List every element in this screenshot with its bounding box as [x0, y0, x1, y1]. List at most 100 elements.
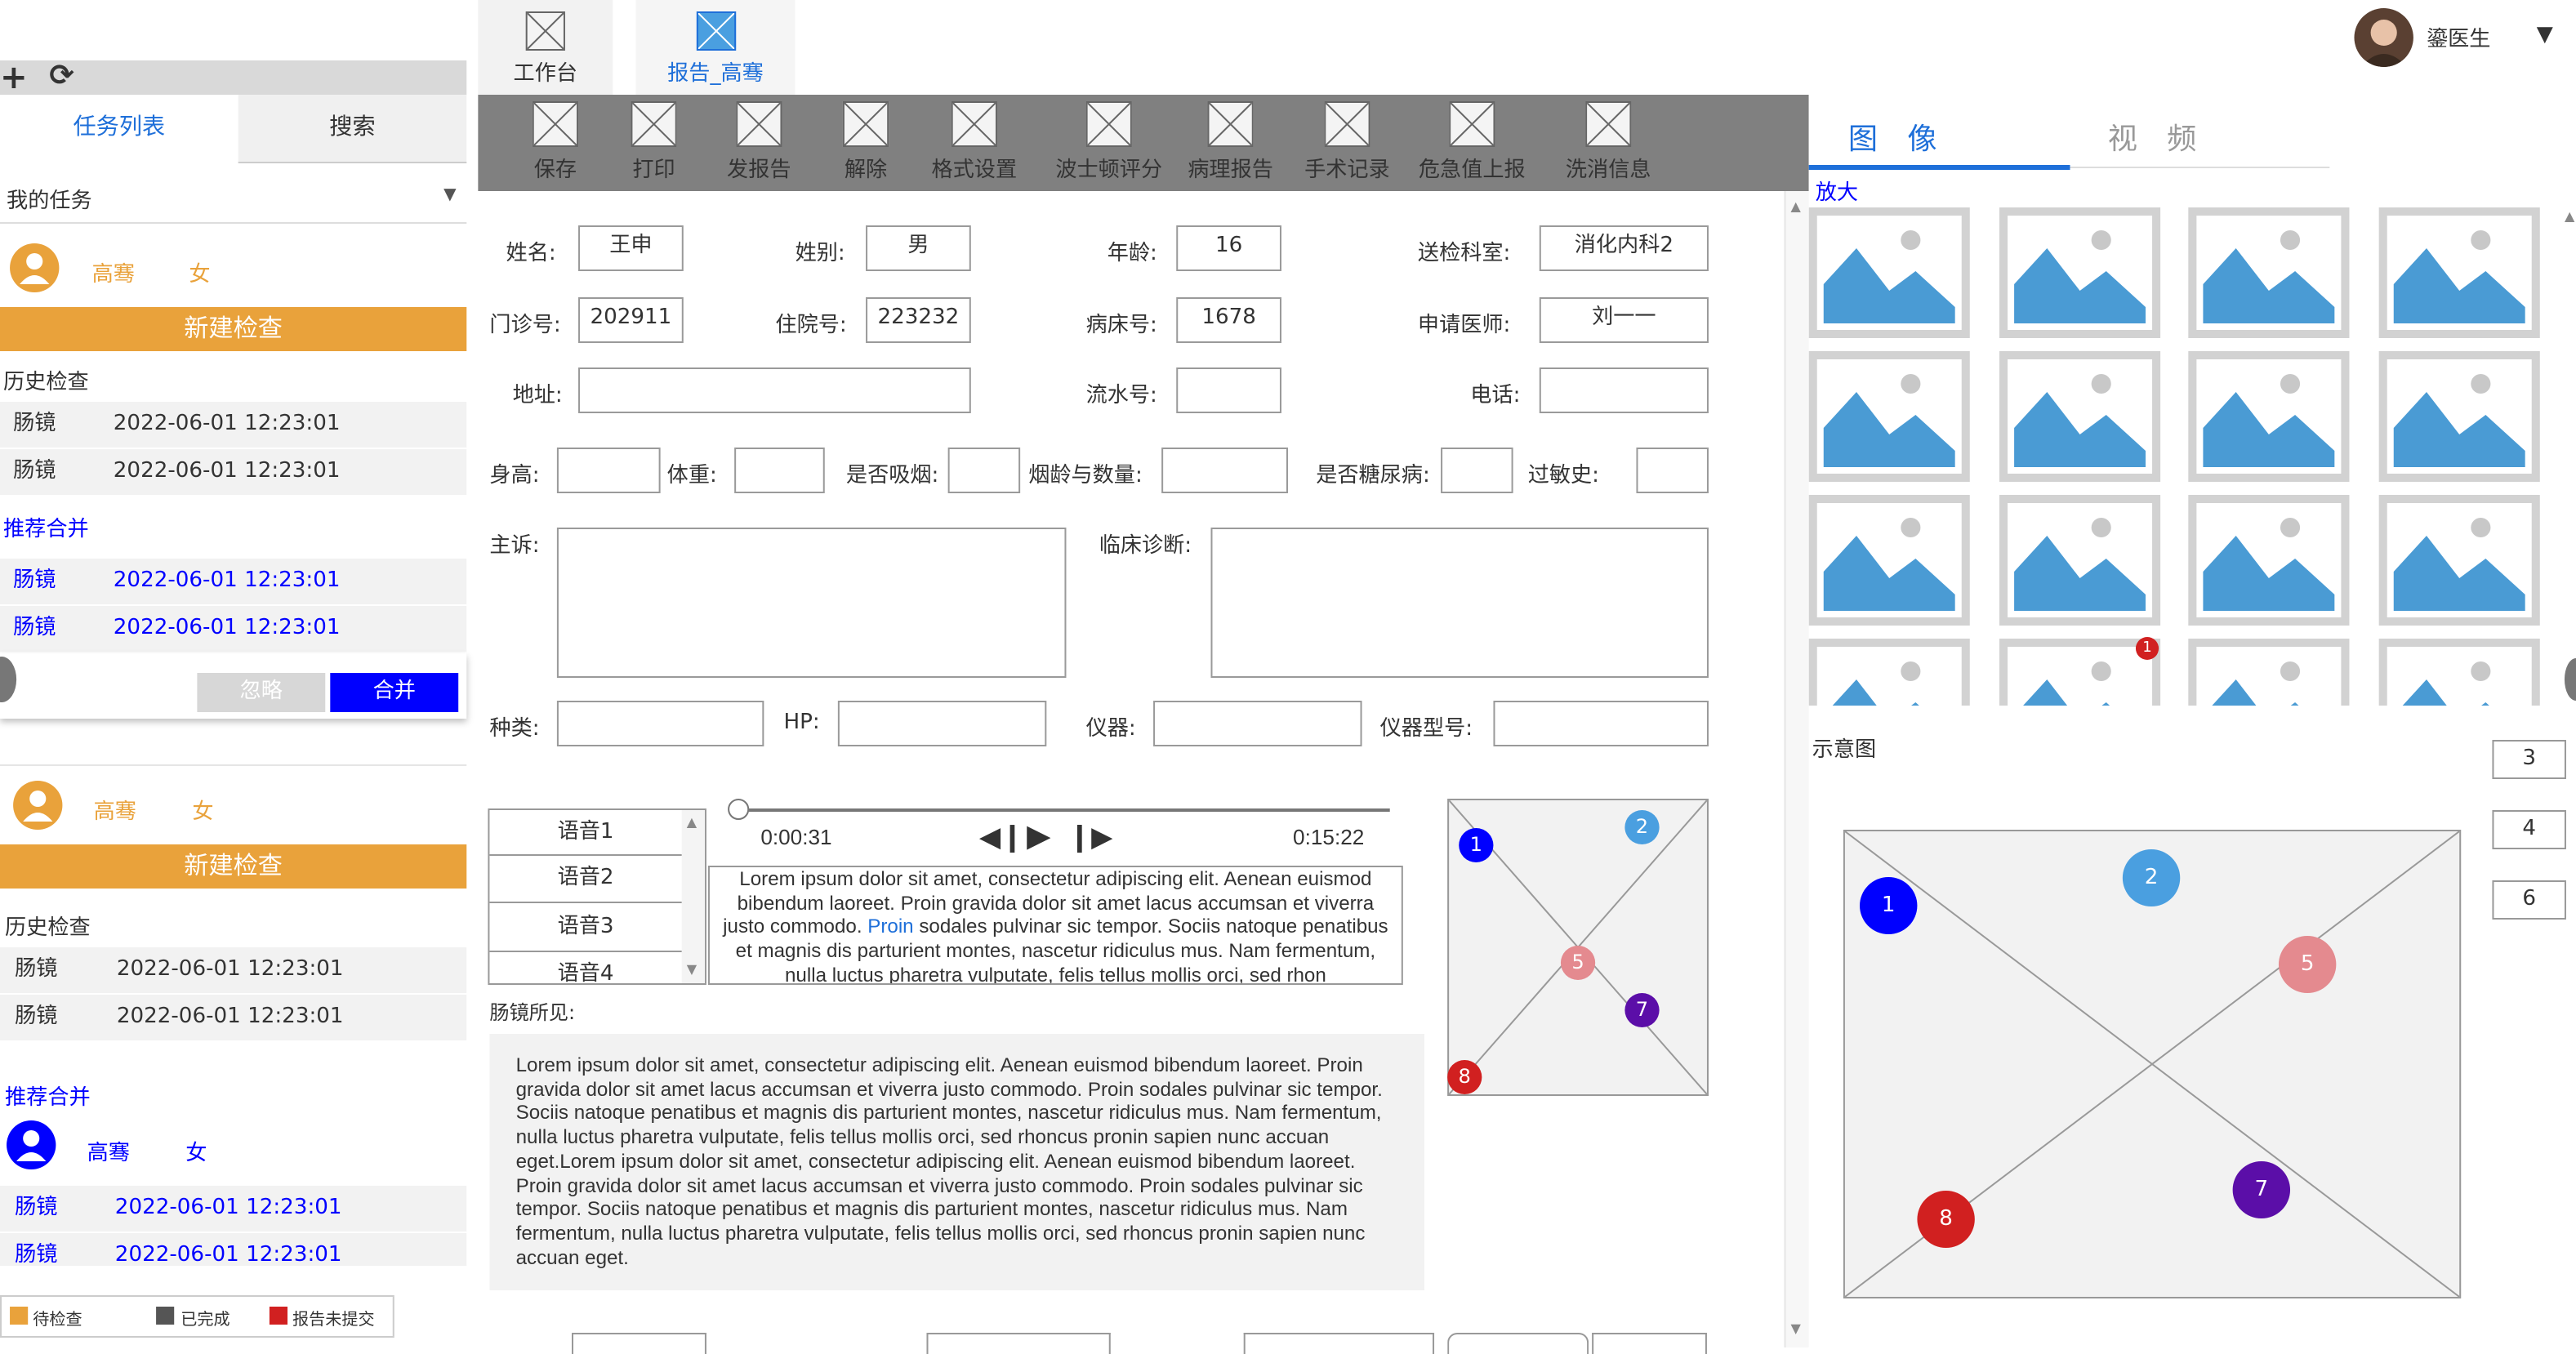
scroll-down-icon[interactable]: ▼: [687, 962, 697, 977]
marker-8[interactable]: 8: [1447, 1060, 1482, 1094]
toolbar-button[interactable]: 打印: [596, 101, 711, 183]
tab-search[interactable]: 搜索: [238, 95, 467, 163]
inpatient-field[interactable]: 223232: [866, 297, 971, 343]
toolbar-button[interactable]: 洗消信息: [1551, 101, 1666, 183]
list-item[interactable]: 肠镜 2022-06-01 12:23:01: [0, 1186, 467, 1232]
image-thumbnail[interactable]: [2188, 495, 2350, 626]
toolbar-button[interactable]: 保存: [497, 101, 613, 183]
ignore-button[interactable]: 忽略: [197, 673, 326, 712]
list-item[interactable]: 肠镜 2022-06-01 12:23:01: [0, 402, 467, 448]
serial-field[interactable]: [1176, 367, 1281, 413]
toolbar-button[interactable]: 病理报告: [1173, 101, 1288, 183]
marker-5[interactable]: 5: [2278, 936, 2337, 993]
merge-button[interactable]: 合并: [330, 673, 459, 712]
image-thumbnail[interactable]: [2378, 495, 2540, 626]
list-item[interactable]: 语音1: [489, 810, 682, 856]
image-thumbnail[interactable]: [2378, 351, 2540, 482]
scrollbar[interactable]: ▲ ▼: [681, 810, 705, 983]
address-field[interactable]: [578, 367, 971, 413]
list-item[interactable]: 肠镜 2022-06-01 12:23:01: [0, 559, 467, 604]
list-item[interactable]: 肠镜 2022-06-01 12:23:01: [0, 1233, 467, 1266]
user-name[interactable]: 鎏医生: [2427, 21, 2490, 52]
list-item[interactable]: 肠镜 2022-06-01 12:23:01: [0, 449, 467, 495]
smoke-years-field[interactable]: [1161, 448, 1289, 493]
marker-2[interactable]: 2: [2122, 849, 2181, 906]
play-icon[interactable]: ▶: [1027, 818, 1050, 854]
refresh-icon[interactable]: ⟳: [49, 60, 74, 93]
side-number[interactable]: 3: [2492, 740, 2566, 779]
device-field[interactable]: [1153, 701, 1362, 746]
bottom-field[interactable]: [1592, 1333, 1707, 1354]
patient-name[interactable]: 高骞: [92, 256, 135, 287]
image-thumbnail[interactable]: [2378, 207, 2540, 338]
my-tasks-dropdown[interactable]: 我的任务 ▼: [0, 170, 467, 224]
scroll-up-icon[interactable]: ▲: [687, 815, 697, 830]
findings-textarea[interactable]: Lorem ipsum dolor sit amet, consectetur …: [489, 1034, 1424, 1290]
tab-videos[interactable]: 视 频: [2108, 116, 2197, 158]
patient-name[interactable]: 高骞: [87, 1135, 130, 1166]
side-number[interactable]: 4: [2492, 810, 2566, 849]
list-item[interactable]: 语音2: [489, 856, 682, 903]
new-exam-button[interactable]: 新建检查: [0, 307, 467, 351]
dept-field[interactable]: 消化内科2: [1539, 225, 1709, 271]
bottom-field[interactable]: [1447, 1333, 1589, 1354]
list-item[interactable]: 肠镜 2022-06-01 12:23:01: [0, 995, 467, 1040]
weight-field[interactable]: [734, 448, 825, 493]
marker-5[interactable]: 5: [1560, 946, 1596, 980]
toolbar-button[interactable]: 发报告: [702, 101, 817, 183]
clinic-field[interactable]: 202911: [578, 297, 684, 343]
tab-task-list[interactable]: 任务列表: [0, 95, 238, 163]
scroll-down-icon[interactable]: ▼: [1791, 1321, 1801, 1336]
image-thumbnail[interactable]: [2188, 207, 2350, 338]
toolbar-button[interactable]: 手术记录: [1290, 101, 1405, 183]
audio-progress-track[interactable]: [738, 808, 1390, 812]
next-icon[interactable]: ❙▶: [1067, 822, 1112, 854]
gallery-scroll-up-icon[interactable]: ▲: [2565, 209, 2574, 224]
marker-1[interactable]: 1: [1860, 877, 1918, 934]
add-icon[interactable]: +: [0, 59, 28, 95]
toolbar-button[interactable]: 危急值上报: [1415, 101, 1530, 183]
diabetes-field[interactable]: [1441, 448, 1513, 493]
toolbar-button[interactable]: 波士顿评分: [1051, 101, 1166, 183]
bottom-field[interactable]: [572, 1333, 706, 1354]
image-thumbnail[interactable]: [1999, 351, 2161, 482]
diagnosis-textarea[interactable]: [1210, 528, 1709, 678]
smoke-field[interactable]: [947, 448, 1021, 493]
doctor-field[interactable]: 刘一一: [1539, 297, 1709, 343]
side-number[interactable]: 6: [2492, 880, 2566, 920]
list-item[interactable]: 语音4: [489, 952, 681, 983]
form-scrollbar[interactable]: ▲ ▼: [1784, 191, 1809, 1347]
toolbar-button[interactable]: 格式设置: [916, 101, 1032, 183]
new-exam-button[interactable]: 新建检查: [0, 844, 467, 889]
kind-field[interactable]: [556, 701, 764, 746]
bottom-field[interactable]: [926, 1333, 1111, 1354]
image-thumbnail[interactable]: [1808, 639, 1970, 706]
image-thumbnail[interactable]: [1999, 207, 2161, 338]
scroll-up-icon[interactable]: ▲: [1791, 199, 1801, 214]
image-thumbnail[interactable]: [2188, 639, 2350, 706]
tab-images[interactable]: 图 像: [1848, 116, 1937, 158]
hp-field[interactable]: [837, 701, 1047, 746]
list-item[interactable]: 语音3: [489, 905, 682, 952]
image-thumbnail[interactable]: [1808, 207, 1970, 338]
image-thumbnail[interactable]: [2188, 351, 2350, 482]
prev-icon[interactable]: ◀❙: [979, 822, 1024, 854]
list-item[interactable]: 肠镜 2022-06-01 12:23:01: [0, 606, 467, 652]
toolbar-button[interactable]: 解除: [809, 101, 924, 183]
image-thumbnail[interactable]: [1808, 495, 1970, 626]
audio-progress-handle[interactable]: [728, 799, 750, 820]
marker-1[interactable]: 1: [1459, 828, 1494, 862]
tab-report[interactable]: 报告_高骞: [635, 0, 796, 95]
bottom-field[interactable]: [1243, 1333, 1435, 1354]
transcript-highlight[interactable]: Proin: [867, 915, 913, 938]
phone-field[interactable]: [1539, 367, 1709, 413]
image-thumbnail[interactable]: [2378, 639, 2540, 706]
allergy-field[interactable]: [1636, 448, 1709, 493]
gender-field[interactable]: 男: [866, 225, 971, 271]
marker-7[interactable]: 7: [2232, 1161, 2291, 1218]
zoom-link[interactable]: 放大: [1816, 175, 1858, 206]
list-item[interactable]: 肠镜 2022-06-01 12:23:01: [0, 947, 467, 993]
tab-workbench[interactable]: 工作台: [478, 0, 613, 95]
chevron-down-icon[interactable]: ▼: [2537, 23, 2553, 47]
marker-2[interactable]: 2: [1624, 810, 1660, 844]
